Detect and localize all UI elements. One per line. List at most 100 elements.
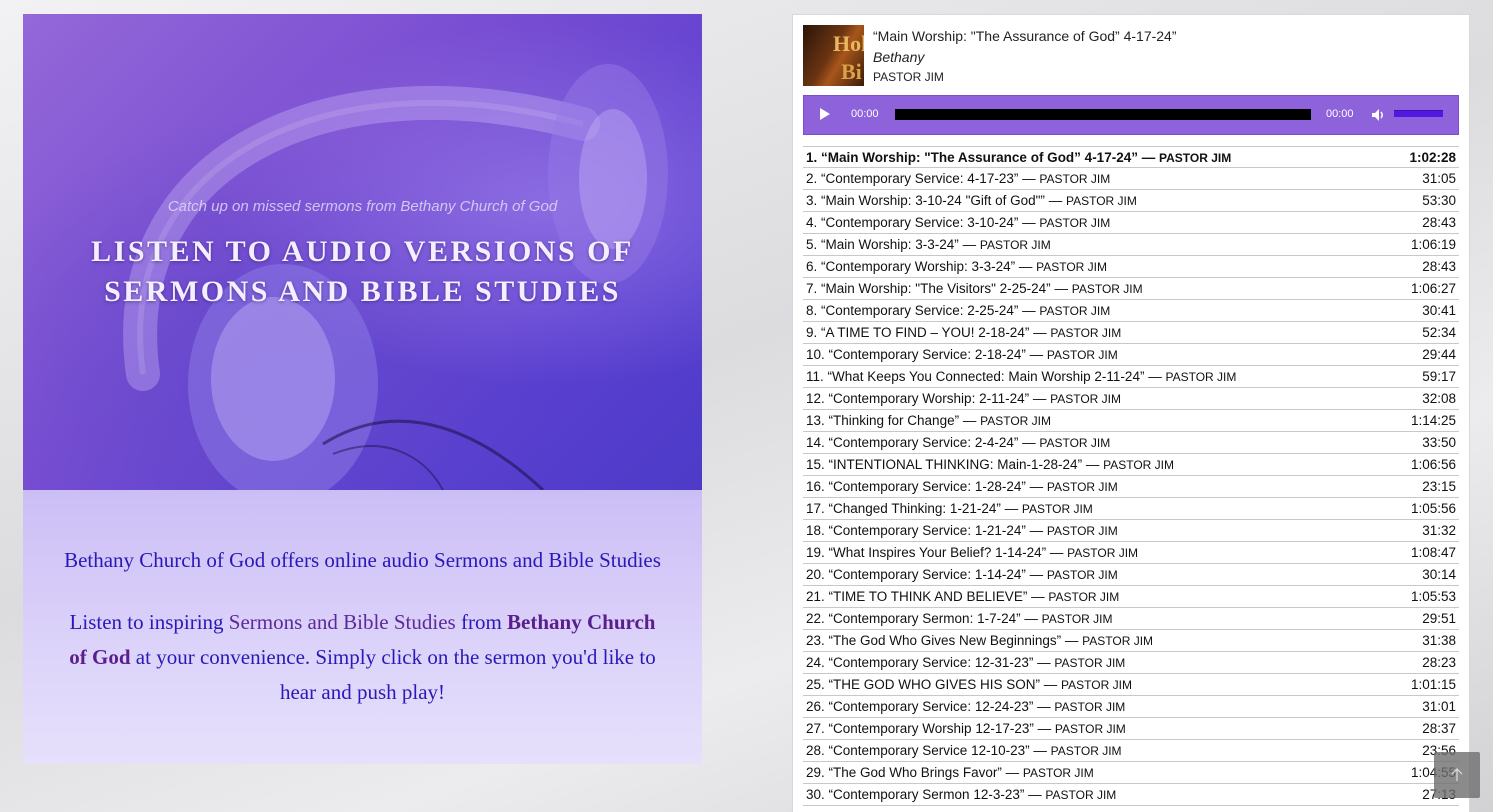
track-duration: 32:08 bbox=[1422, 391, 1456, 406]
track-item[interactable]: 16. “Contemporary Service: 1-28-24” — PA… bbox=[803, 476, 1459, 498]
track-item[interactable]: 14. “Contemporary Service: 2-4-24” — PAS… bbox=[803, 432, 1459, 454]
track-item[interactable]: 18. “Contemporary Service: 1-21-24” — PA… bbox=[803, 520, 1459, 542]
track-title: 13. “Thinking for Change” bbox=[806, 413, 960, 428]
track-title: 28. “Contemporary Service 12-10-23” bbox=[806, 743, 1030, 758]
track-title: 30. “Contemporary Sermon 12-3-23” bbox=[806, 787, 1025, 802]
track-duration: 31:38 bbox=[1422, 633, 1456, 648]
track-duration: 31:01 bbox=[1422, 699, 1456, 714]
track-item[interactable]: 27. “Contemporary Worship 12-17-23” — PA… bbox=[803, 718, 1459, 740]
track-duration: 1:08:47 bbox=[1410, 545, 1456, 560]
track-title: 19. “What Inspires Your Belief? 1-14-24” bbox=[806, 545, 1047, 560]
track-title: 18. “Contemporary Service: 1-21-24” bbox=[806, 523, 1026, 538]
volume-icon[interactable] bbox=[1370, 107, 1386, 123]
track-label: 19. “What Inspires Your Belief? 1-14-24”… bbox=[806, 545, 1138, 560]
track-duration: 1:06:56 bbox=[1410, 457, 1456, 472]
track-artist: PASTOR JIM bbox=[1039, 216, 1111, 230]
track-label: 10. “Contemporary Service: 2-18-24” — PA… bbox=[806, 347, 1118, 362]
track-label: 23. “The God Who Gives New Beginnings” —… bbox=[806, 633, 1153, 648]
track-item[interactable]: 25. “THE GOD WHO GIVES HIS SON” — PASTOR… bbox=[803, 674, 1459, 696]
track-artist: PASTOR JIM bbox=[1065, 194, 1137, 208]
track-separator: — bbox=[1029, 743, 1051, 758]
hero-banner: Catch up on missed sermons from Bethany … bbox=[23, 14, 702, 490]
track-item[interactable]: 29. “The God Who Brings Favor” — PASTOR … bbox=[803, 762, 1459, 784]
track-item[interactable]: 7. “Main Worship: "The Visitors" 2-25-24… bbox=[803, 278, 1459, 300]
track-item[interactable]: 2. “Contemporary Service: 4-17-23” — PAS… bbox=[803, 168, 1459, 190]
track-label: 8. “Contemporary Service: 2-25-24” — PAS… bbox=[806, 303, 1110, 318]
track-item[interactable]: 24. “Contemporary Service: 12-31-23” — P… bbox=[803, 652, 1459, 674]
track-label: 18. “Contemporary Service: 1-21-24” — PA… bbox=[806, 523, 1118, 538]
track-artist: PASTOR JIM bbox=[1050, 326, 1122, 340]
track-item[interactable]: 28. “Contemporary Service 12-10-23” — PA… bbox=[803, 740, 1459, 762]
track-item[interactable]: 15. “INTENTIONAL THINKING: Main-1-28-24”… bbox=[803, 454, 1459, 476]
track-item[interactable]: 19. “What Inspires Your Belief? 1-14-24”… bbox=[803, 542, 1459, 564]
track-title: 8. “Contemporary Service: 2-25-24” bbox=[806, 303, 1019, 318]
now-playing-title: “Main Worship: "The Assurance of God” 4-… bbox=[873, 28, 1177, 44]
track-separator: — bbox=[1033, 655, 1055, 670]
volume-slider[interactable] bbox=[1394, 110, 1443, 117]
track-item[interactable]: 21. “TIME TO THINK AND BELIEVE” — PASTOR… bbox=[803, 586, 1459, 608]
track-item[interactable]: 10. “Contemporary Service: 2-18-24” — PA… bbox=[803, 344, 1459, 366]
track-title: 27. “Contemporary Worship 12-17-23” bbox=[806, 721, 1034, 736]
track-separator: — bbox=[1018, 435, 1040, 450]
track-label: 20. “Contemporary Service: 1-14-24” — PA… bbox=[806, 567, 1118, 582]
track-item[interactable]: 22. “Contemporary Sermon: 1-7-24” — PAST… bbox=[803, 608, 1459, 630]
track-separator: — bbox=[1050, 281, 1072, 296]
track-item[interactable]: 12. “Contemporary Worship: 2-11-24” — PA… bbox=[803, 388, 1459, 410]
track-item[interactable]: 6. “Contemporary Worship: 3-3-24” — PAST… bbox=[803, 256, 1459, 278]
track-separator: — bbox=[1015, 259, 1037, 274]
track-label: 30. “Contemporary Sermon 12-3-23” — PAST… bbox=[806, 787, 1116, 802]
track-title: 9. “A TIME TO FIND – YOU! 2-18-24” bbox=[806, 325, 1030, 340]
track-label: 16. “Contemporary Service: 1-28-24” — PA… bbox=[806, 479, 1118, 494]
track-item[interactable]: 30. “Contemporary Sermon 12-3-23” — PAST… bbox=[803, 784, 1459, 806]
duration-time: 00:00 bbox=[1326, 108, 1354, 120]
track-artist: PASTOR JIM bbox=[1046, 480, 1118, 494]
track-artist: PASTOR JIM bbox=[1046, 524, 1118, 538]
track-duration: 23:15 bbox=[1422, 479, 1456, 494]
track-separator: — bbox=[1018, 171, 1040, 186]
intro-sermons-text: Sermons and Bible Studies bbox=[228, 610, 456, 634]
now-playing-album: Bethany bbox=[873, 49, 925, 65]
track-item[interactable]: 5. “Main Worship: 3-3-24” — PASTOR JIM 1:… bbox=[803, 234, 1459, 256]
track-title: 5. “Main Worship: 3-3-24” bbox=[806, 237, 959, 252]
scroll-to-top-button[interactable] bbox=[1434, 752, 1480, 798]
track-title: 17. “Changed Thinking: 1-21-24” bbox=[806, 501, 1001, 516]
track-title: 25. “THE GOD WHO GIVES HIS SON” bbox=[806, 677, 1041, 692]
track-item[interactable]: 20. “Contemporary Service: 1-14-24” — PA… bbox=[803, 564, 1459, 586]
track-separator: — bbox=[1025, 523, 1047, 538]
track-label: 13. “Thinking for Change” — PASTOR JIM bbox=[806, 413, 1051, 428]
now-playing-artist: PASTOR JIM bbox=[873, 70, 944, 84]
track-title: 6. “Contemporary Worship: 3-3-24” bbox=[806, 259, 1016, 274]
track-artist: PASTOR JIM bbox=[1039, 436, 1111, 450]
track-title: 4. “Contemporary Service: 3-10-24” bbox=[806, 215, 1019, 230]
track-artist: PASTOR JIM bbox=[1021, 502, 1093, 516]
track-duration: 31:32 bbox=[1422, 523, 1456, 538]
track-artist: PASTOR JIM bbox=[1041, 612, 1113, 626]
track-separator: — bbox=[1000, 501, 1022, 516]
track-duration: 28:43 bbox=[1422, 215, 1456, 230]
play-icon[interactable] bbox=[820, 108, 830, 120]
track-item[interactable]: 3. “Main Worship: 3-10-24 "Gift of God"”… bbox=[803, 190, 1459, 212]
track-item[interactable]: 11. “What Keeps You Connected: Main Wors… bbox=[803, 366, 1459, 388]
track-title: 1. “Main Worship: "The Assurance of God”… bbox=[806, 150, 1138, 165]
track-item[interactable]: 26. “Contemporary Service: 12-24-23” — P… bbox=[803, 696, 1459, 718]
track-item[interactable]: 13. “Thinking for Change” — PASTOR JIM 1:… bbox=[803, 410, 1459, 432]
hero-headline: LISTEN TO AUDIO VERSIONS OF SERMONS AND … bbox=[91, 235, 634, 308]
track-duration: 1:06:19 bbox=[1410, 237, 1456, 252]
progress-rail[interactable] bbox=[895, 109, 1311, 120]
intro-section: Bethany Church of God offers online audi… bbox=[23, 490, 702, 764]
track-label: 6. “Contemporary Worship: 3-3-24” — PAST… bbox=[806, 259, 1107, 274]
track-item[interactable]: 23. “The God Who Gives New Beginnings” —… bbox=[803, 630, 1459, 652]
track-title: 26. “Contemporary Service: 12-24-23” bbox=[806, 699, 1034, 714]
track-label: 4. “Contemporary Service: 3-10-24” — PAS… bbox=[806, 215, 1110, 230]
album-cover: Hol Bi bbox=[803, 25, 864, 86]
track-item[interactable]: 4. “Contemporary Service: 3-10-24” — PAS… bbox=[803, 212, 1459, 234]
track-duration: 1:01:15 bbox=[1410, 677, 1456, 692]
track-duration: 1:06:27 bbox=[1410, 281, 1456, 296]
track-title: 7. “Main Worship: "The Visitors" 2-25-24… bbox=[806, 281, 1051, 296]
track-item[interactable]: 9. “A TIME TO FIND – YOU! 2-18-24” — PAS… bbox=[803, 322, 1459, 344]
track-item[interactable]: 1. “Main Worship: "The Assurance of God”… bbox=[803, 146, 1459, 168]
track-item[interactable]: 8. “Contemporary Service: 2-25-24” — PAS… bbox=[803, 300, 1459, 322]
track-separator: — bbox=[1025, 567, 1047, 582]
track-item[interactable]: 17. “Changed Thinking: 1-21-24” — PASTOR… bbox=[803, 498, 1459, 520]
track-label: 24. “Contemporary Service: 12-31-23” — P… bbox=[806, 655, 1125, 670]
